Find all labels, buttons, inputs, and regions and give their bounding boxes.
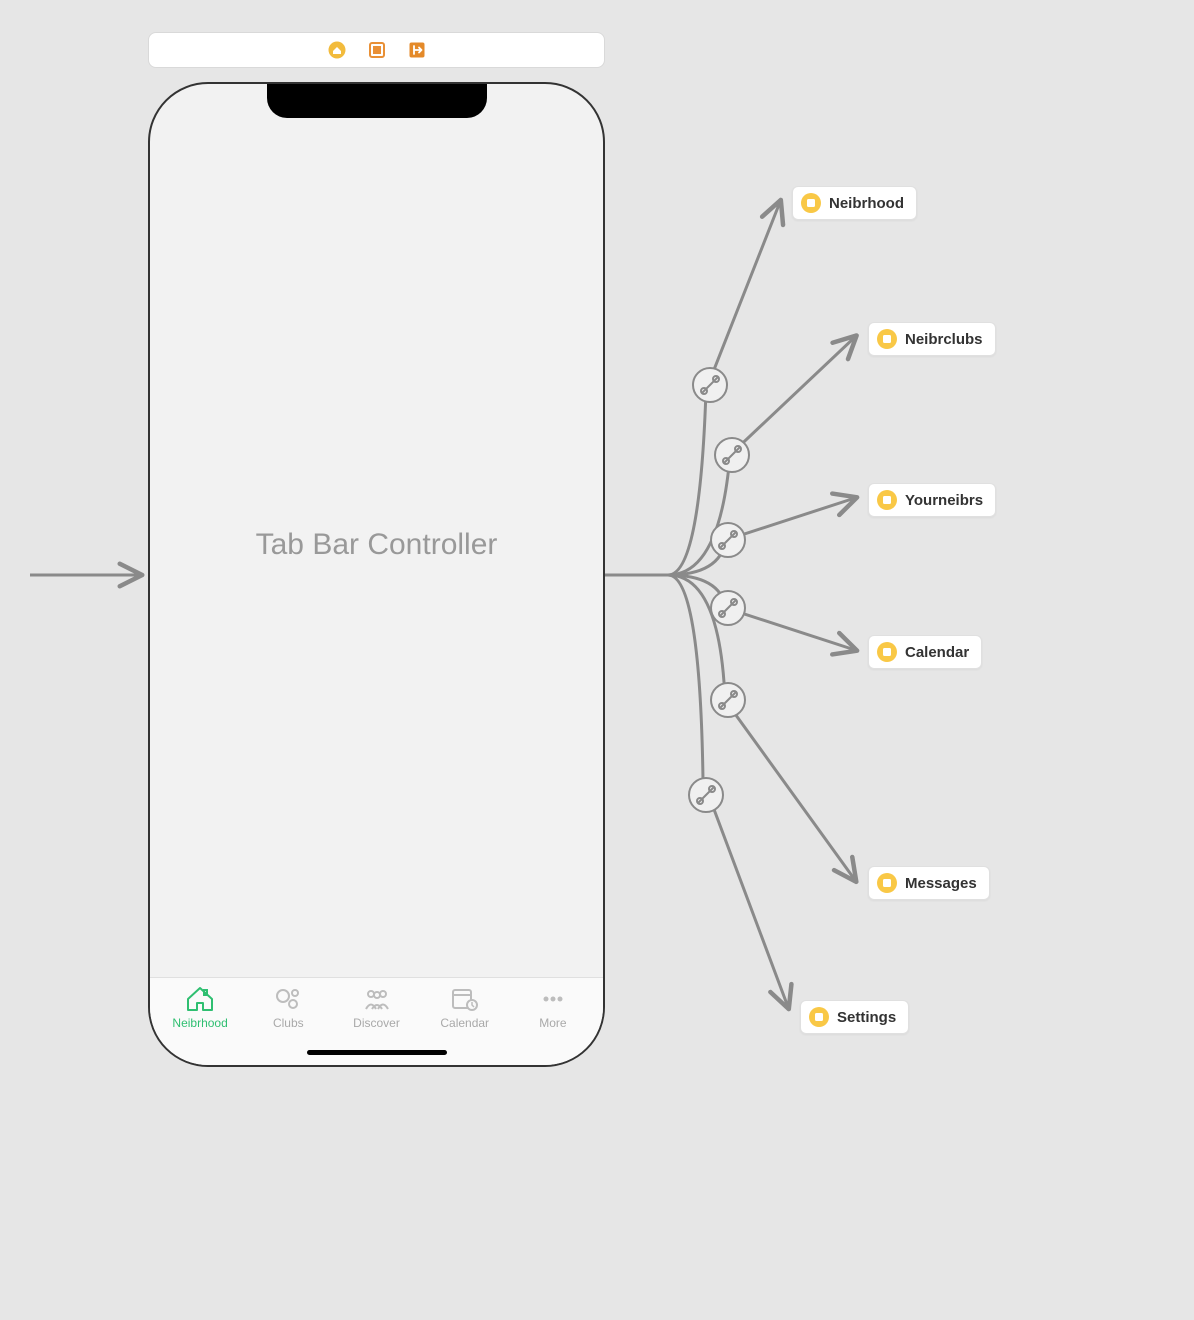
- tab-calendar[interactable]: Calendar: [421, 986, 509, 1030]
- tab-label: Discover: [353, 1016, 400, 1030]
- segue-node[interactable]: [693, 368, 727, 402]
- tab-more[interactable]: More: [509, 986, 597, 1030]
- segue-node[interactable]: [711, 591, 745, 625]
- viewcontroller-node-neibrclubs[interactable]: Neibrclubs: [868, 322, 996, 356]
- segue-node[interactable]: [689, 778, 723, 812]
- viewcontroller-icon: [877, 873, 897, 893]
- tab-label: Neibrhood: [172, 1016, 227, 1030]
- scene-dock-home-icon[interactable]: [328, 41, 346, 59]
- segue-node[interactable]: [711, 683, 745, 717]
- scene-dock-exit-icon[interactable]: [408, 41, 426, 59]
- scene-title: Tab Bar Controller: [150, 84, 603, 1005]
- segue-node[interactable]: [711, 523, 745, 557]
- tab-discover[interactable]: Discover: [332, 986, 420, 1030]
- viewcontroller-node-yourneibrs[interactable]: Yourneibrs: [868, 483, 996, 517]
- people-tree-icon: [273, 986, 303, 1012]
- scene-dock: [148, 32, 605, 68]
- home-indicator: [307, 1050, 447, 1055]
- segue-node[interactable]: [715, 438, 749, 472]
- viewcontroller-node-calendar[interactable]: Calendar: [868, 635, 982, 669]
- tab-label: Clubs: [273, 1016, 304, 1030]
- people-group-icon: [362, 986, 392, 1012]
- viewcontroller-icon: [801, 193, 821, 213]
- house-icon: [185, 986, 215, 1012]
- viewcontroller-label: Calendar: [905, 644, 969, 661]
- tab-clubs[interactable]: Clubs: [244, 986, 332, 1030]
- tab-label: More: [539, 1016, 566, 1030]
- viewcontroller-label: Neibrhood: [829, 195, 904, 212]
- viewcontroller-node-neibrhood[interactable]: Neibrhood: [792, 186, 917, 220]
- tab-label: Calendar: [440, 1016, 489, 1030]
- viewcontroller-icon: [877, 329, 897, 349]
- viewcontroller-label: Settings: [837, 1009, 896, 1026]
- calendar-clock-icon: [450, 986, 480, 1012]
- tab-neibrhood[interactable]: Neibrhood: [156, 986, 244, 1030]
- viewcontroller-label: Messages: [905, 875, 977, 892]
- viewcontroller-label: Neibrclubs: [905, 331, 983, 348]
- viewcontroller-label: Yourneibrs: [905, 492, 983, 509]
- viewcontroller-node-messages[interactable]: Messages: [868, 866, 990, 900]
- viewcontroller-icon: [877, 642, 897, 662]
- more-dots-icon: [538, 986, 568, 1012]
- viewcontroller-icon: [877, 490, 897, 510]
- viewcontroller-icon: [809, 1007, 829, 1027]
- scene-dock-firstresponder-icon[interactable]: [368, 41, 386, 59]
- viewcontroller-node-settings[interactable]: Settings: [800, 1000, 909, 1034]
- iphone-frame: Tab Bar Controller Neibrhood Clubs Disco…: [148, 82, 605, 1067]
